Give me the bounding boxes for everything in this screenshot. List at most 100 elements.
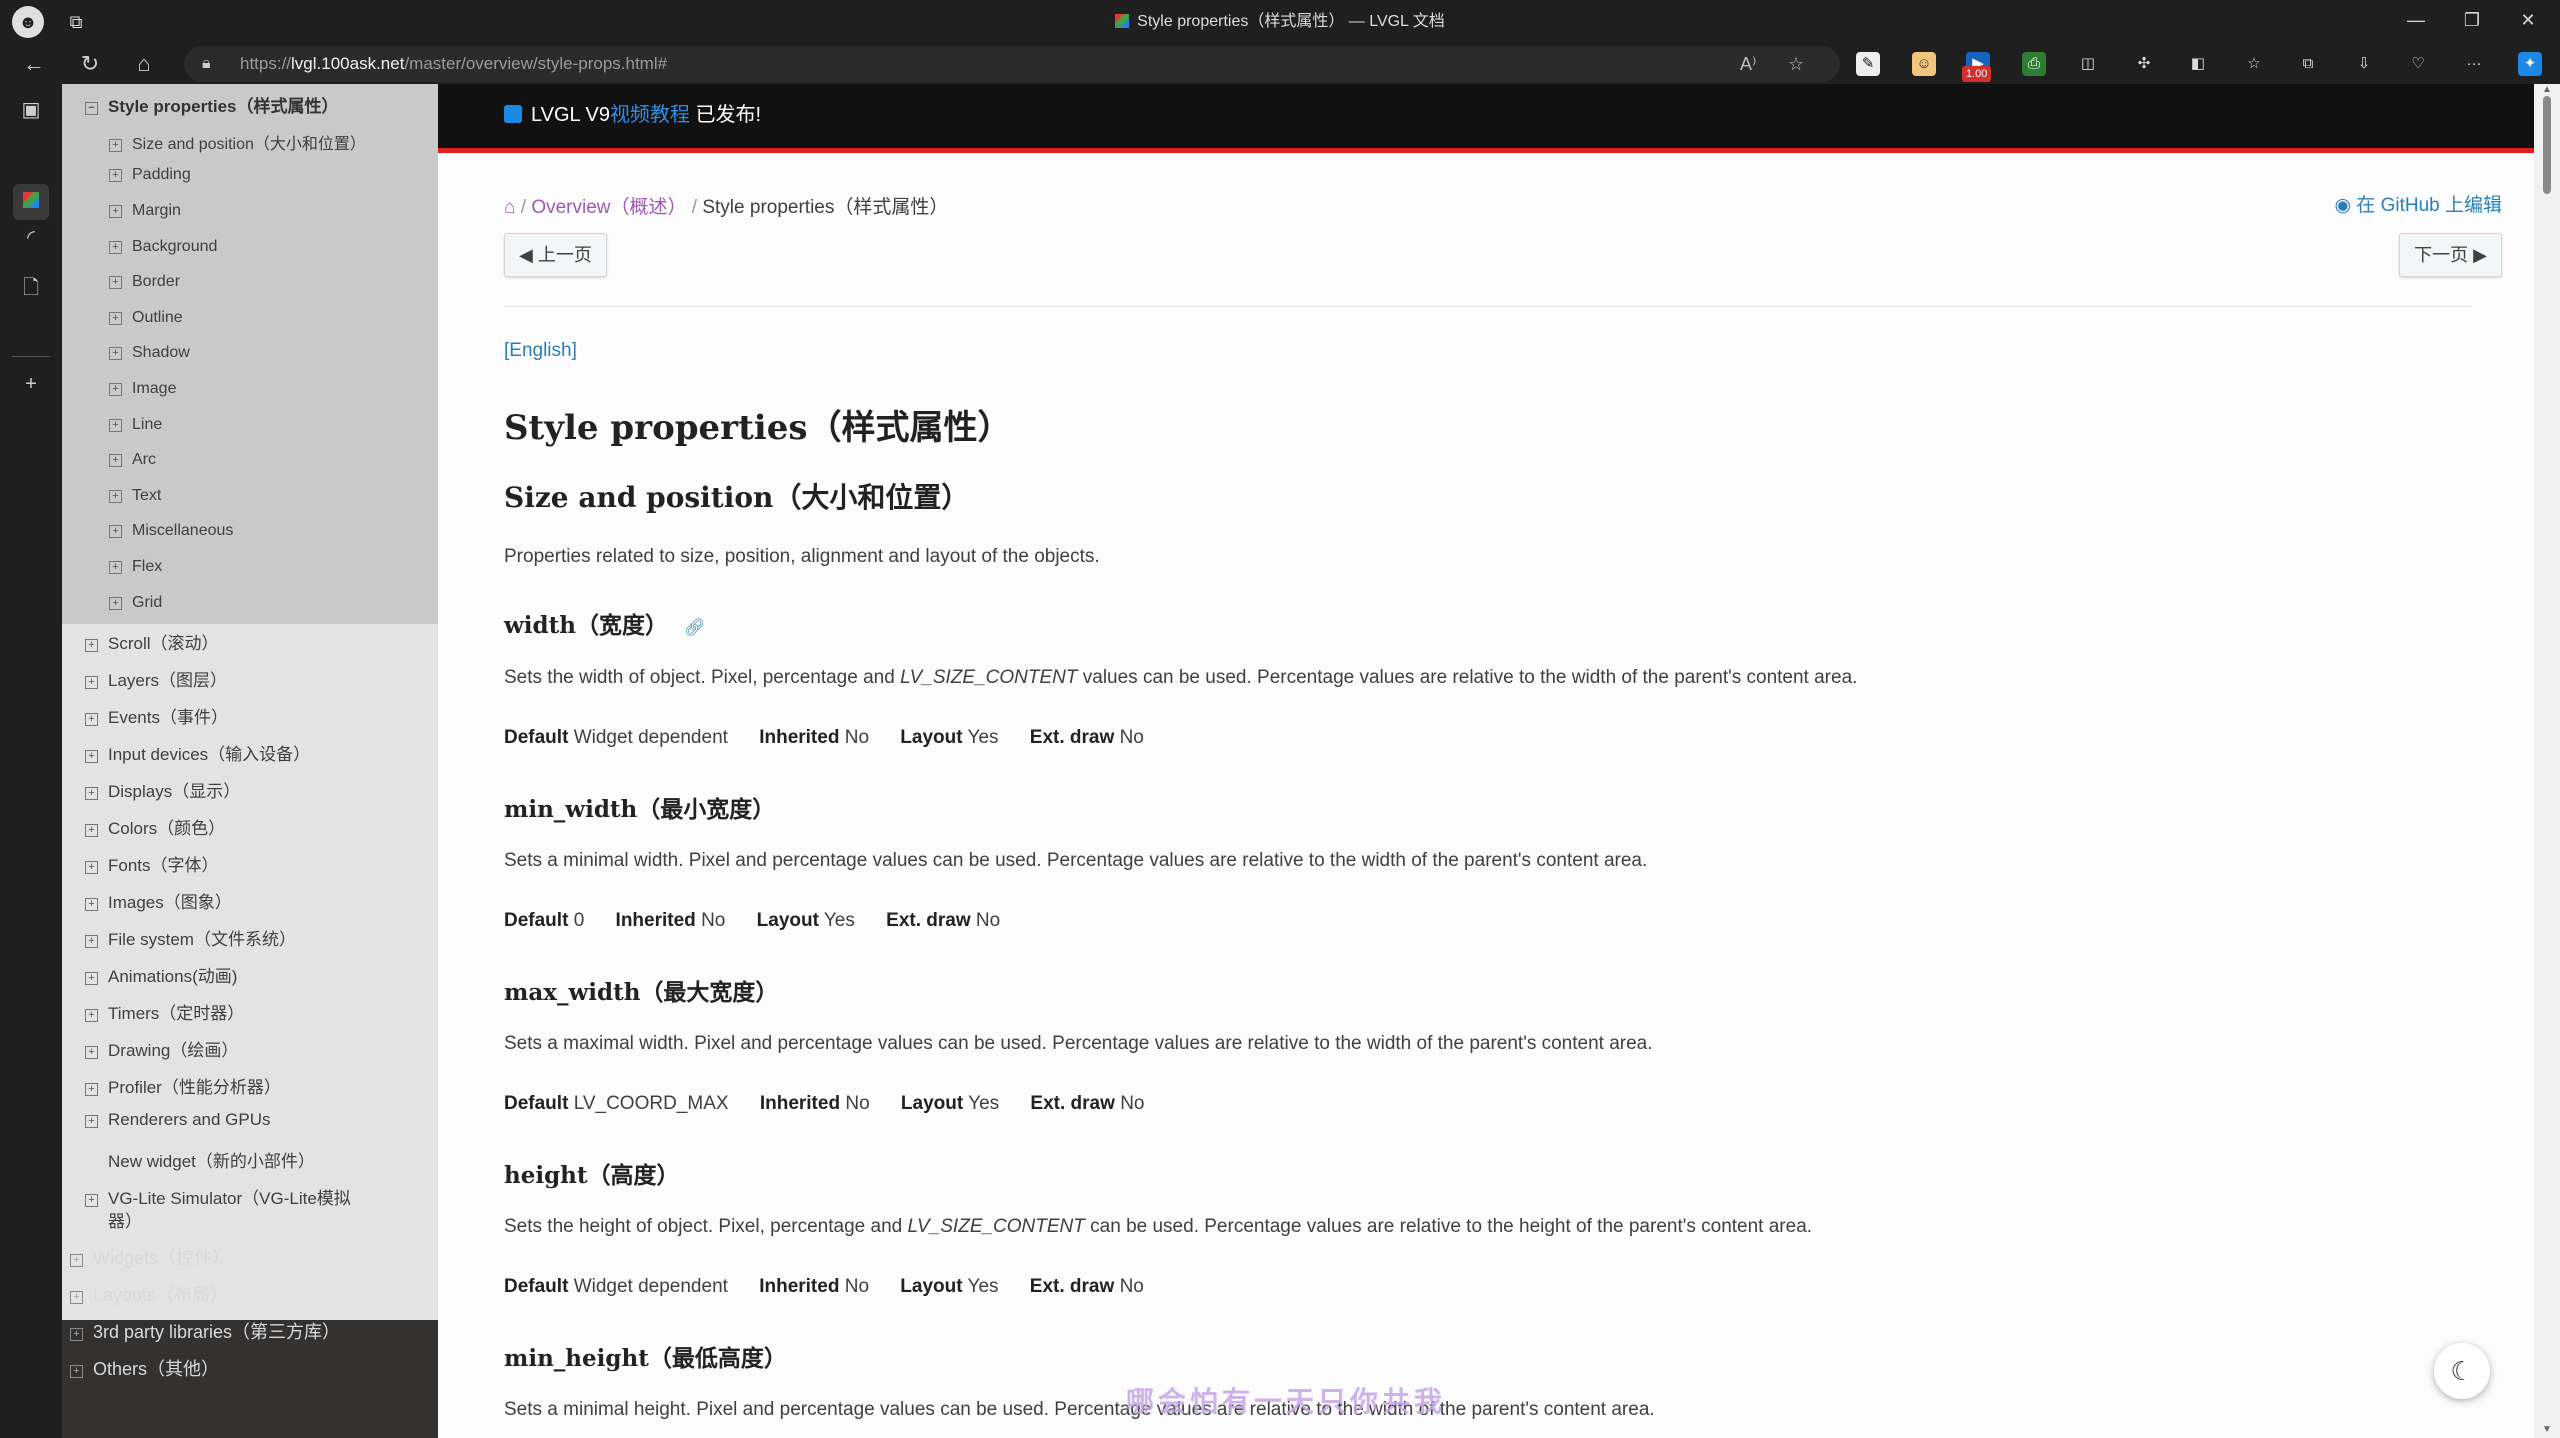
- nav-sibling-item[interactable]: + Layers（图层）: [85, 666, 227, 691]
- extension-printer-icon[interactable]: ⎙: [2022, 52, 2046, 76]
- nav-sub-item[interactable]: + Flex: [109, 558, 162, 576]
- expand-icon[interactable]: +: [70, 1365, 83, 1378]
- split-screen-icon[interactable]: ◧: [2186, 52, 2210, 76]
- nav-top-item[interactable]: + Others（其他）: [70, 1355, 219, 1381]
- nav-sub-item[interactable]: + Padding: [109, 166, 191, 184]
- banner-video-link[interactable]: 视频教程: [610, 104, 690, 126]
- dark-mode-toggle[interactable]: ☾: [2434, 1343, 2490, 1399]
- nav-vg-lite-simulator[interactable]: + VG-Lite Simulator（VG-Lite模拟: [85, 1184, 351, 1209]
- scroll-up-icon[interactable]: ▲: [2540, 84, 2554, 95]
- link-icon[interactable]: 🔗︎: [684, 618, 706, 638]
- english-link[interactable]: [English]: [504, 340, 577, 362]
- nav-sub-item[interactable]: + Shadow: [109, 344, 190, 362]
- scroll-down-icon[interactable]: ▼: [2540, 1424, 2554, 1435]
- expand-icon[interactable]: +: [85, 1009, 98, 1022]
- nav-sub-item[interactable]: + Background: [109, 238, 217, 256]
- expand-icon[interactable]: +: [85, 861, 98, 874]
- nav-sub-item[interactable]: + Size and position（大小和位置）: [109, 130, 366, 154]
- expand-icon[interactable]: +: [109, 312, 122, 325]
- active-tab-favicon-icon[interactable]: [13, 184, 49, 220]
- close-window-button[interactable]: ✕: [2500, 0, 2556, 44]
- nav-current-style-properties[interactable]: − Style properties（样式属性）: [85, 92, 339, 117]
- collections-icon[interactable]: ⧉: [2296, 52, 2320, 76]
- nav-sub-item[interactable]: + Text: [109, 487, 161, 505]
- expand-icon[interactable]: +: [85, 676, 98, 689]
- nav-sibling-item[interactable]: + File system（文件系统）: [85, 925, 296, 950]
- address-bar[interactable]: 🔒︎ https://lvgl.100ask.net/master/overvi…: [184, 46, 1840, 82]
- expand-icon[interactable]: +: [109, 205, 122, 218]
- nav-sub-item[interactable]: + Grid: [109, 594, 162, 612]
- nav-sub-item[interactable]: + Miscellaneous: [109, 522, 233, 540]
- extension-glasses-icon[interactable]: ◫: [2076, 52, 2100, 76]
- expand-icon[interactable]: +: [109, 276, 122, 289]
- expand-icon[interactable]: +: [85, 1083, 98, 1096]
- expand-icon[interactable]: +: [70, 1254, 83, 1267]
- expand-icon[interactable]: +: [85, 1115, 98, 1128]
- nav-sub-item[interactable]: + Arc: [109, 451, 156, 469]
- nav-top-item[interactable]: + Widgets（控件）: [70, 1244, 230, 1270]
- nav-sub-item[interactable]: + Margin: [109, 202, 181, 220]
- nav-sub-item[interactable]: + Outline: [109, 309, 183, 327]
- new-tab-plus-icon[interactable]: +: [13, 366, 49, 402]
- next-page-button[interactable]: 下一页 ▶: [2399, 233, 2502, 277]
- nav-sibling-item[interactable]: + Input devices（输入设备）: [85, 740, 310, 765]
- expand-icon[interactable]: +: [109, 454, 122, 467]
- expand-icon[interactable]: +: [109, 347, 122, 360]
- nav-sibling-item[interactable]: + Drawing（绘画）: [85, 1036, 238, 1061]
- nav-sibling-item[interactable]: + Displays（显示）: [85, 777, 240, 802]
- browser-essentials-icon[interactable]: ♡: [2406, 52, 2430, 76]
- nav-sibling-item[interactable]: + Fonts（字体）: [85, 851, 219, 876]
- expand-icon[interactable]: +: [85, 972, 98, 985]
- tab-favicon-2-icon[interactable]: ◜: [13, 220, 49, 256]
- read-aloud-icon[interactable]: A⁾: [1740, 46, 1756, 82]
- refresh-icon[interactable]: ↻: [72, 46, 108, 82]
- nav-sibling-item[interactable]: + Profiler（性能分析器）: [85, 1073, 281, 1098]
- nav-sibling-item[interactable]: + Events（事件）: [85, 703, 228, 728]
- expand-icon[interactable]: +: [109, 241, 122, 254]
- expand-icon[interactable]: +: [109, 139, 122, 152]
- expand-icon[interactable]: +: [109, 561, 122, 574]
- expand-icon[interactable]: +: [85, 824, 98, 837]
- expand-icon[interactable]: +: [85, 935, 98, 948]
- nav-top-item[interactable]: + Layouts（布局）: [70, 1281, 228, 1307]
- expand-icon[interactable]: +: [109, 597, 122, 610]
- nav-sub-item[interactable]: + Line: [109, 416, 162, 434]
- expand-icon[interactable]: +: [85, 713, 98, 726]
- expand-icon[interactable]: +: [85, 750, 98, 763]
- expand-icon[interactable]: +: [109, 383, 122, 396]
- collapse-icon[interactable]: −: [85, 102, 98, 115]
- page-scrollbar[interactable]: ▲ ▼: [2534, 84, 2560, 1438]
- back-icon[interactable]: ←: [16, 46, 52, 82]
- favorite-star-icon[interactable]: ☆: [1788, 46, 1804, 82]
- copilot-icon[interactable]: ✦: [2518, 52, 2542, 76]
- nav-sub-item[interactable]: + Border: [109, 273, 180, 291]
- tab-actions-icon[interactable]: ▣: [13, 92, 49, 128]
- expand-icon[interactable]: +: [85, 1194, 98, 1207]
- nav-new-widget[interactable]: New widget（新的小部件）: [108, 1147, 315, 1172]
- expand-icon[interactable]: +: [109, 419, 122, 432]
- minimize-button[interactable]: —: [2388, 0, 2444, 44]
- extension-stylus-icon[interactable]: ✎: [1856, 52, 1880, 76]
- url-text[interactable]: https://lvgl.100ask.net/master/overview/…: [240, 46, 667, 82]
- home-icon[interactable]: ⌂: [504, 197, 515, 218]
- extension-face-icon[interactable]: ☺: [1912, 52, 1936, 76]
- expand-icon[interactable]: +: [85, 787, 98, 800]
- expand-icon[interactable]: +: [109, 490, 122, 503]
- breadcrumb-overview-link[interactable]: Overview（概述）: [531, 197, 686, 218]
- expand-icon[interactable]: +: [85, 639, 98, 652]
- extensions-puzzle-icon[interactable]: ✣: [2132, 52, 2156, 76]
- expand-icon[interactable]: +: [109, 169, 122, 182]
- downloads-icon[interactable]: ⇩: [2352, 52, 2376, 76]
- restore-button[interactable]: ❐: [2444, 0, 2500, 44]
- home-browser-icon[interactable]: ⌂: [126, 46, 162, 82]
- github-edit-link[interactable]: ◉ 在 GitHub 上编辑: [2334, 190, 2502, 217]
- nav-sibling-item[interactable]: + Colors（颜色）: [85, 814, 225, 839]
- nav-top-item[interactable]: +3rd party libraries（第三方库）: [70, 1318, 340, 1344]
- expand-icon[interactable]: +: [85, 898, 98, 911]
- nav-sibling-item[interactable]: + Scroll（滚动）: [85, 629, 219, 654]
- more-menu-icon[interactable]: ···: [2462, 52, 2486, 76]
- nav-vg-lite-simulator-cont[interactable]: 器）: [108, 1207, 142, 1232]
- prev-page-button[interactable]: ◀ 上一页: [504, 233, 607, 277]
- nav-sibling-item[interactable]: + Animations(动画): [85, 962, 237, 987]
- expand-icon[interactable]: +: [70, 1328, 83, 1341]
